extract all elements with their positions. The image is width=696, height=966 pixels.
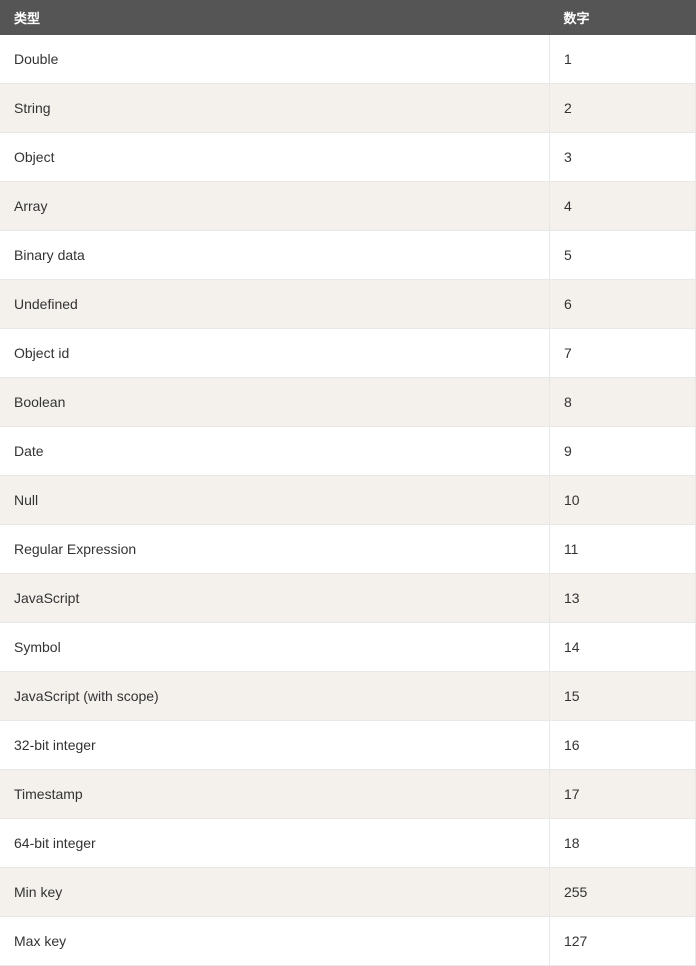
table-row: Object id7 — [0, 329, 696, 378]
cell-number: 14 — [549, 623, 695, 672]
cell-number: 5 — [549, 231, 695, 280]
header-number: 数字 — [549, 0, 695, 35]
table-row: Undefined6 — [0, 280, 696, 329]
cell-number: 7 — [549, 329, 695, 378]
table-row: Min key255 — [0, 868, 696, 917]
table-row: Regular Expression11 — [0, 525, 696, 574]
cell-type: Binary data — [0, 231, 549, 280]
table-row: Object3 — [0, 133, 696, 182]
header-type: 类型 — [0, 0, 549, 35]
cell-type: Min key — [0, 868, 549, 917]
cell-number: 1 — [549, 35, 695, 84]
cell-type: Array — [0, 182, 549, 231]
table-row: Array4 — [0, 182, 696, 231]
table-row: 32-bit integer16 — [0, 721, 696, 770]
cell-number: 16 — [549, 721, 695, 770]
cell-type: String — [0, 84, 549, 133]
table-row: Boolean8 — [0, 378, 696, 427]
cell-number: 3 — [549, 133, 695, 182]
cell-number: 255 — [549, 868, 695, 917]
cell-type: Null — [0, 476, 549, 525]
cell-type: Double — [0, 35, 549, 84]
cell-number: 2 — [549, 84, 695, 133]
cell-number: 9 — [549, 427, 695, 476]
cell-type: JavaScript (with scope) — [0, 672, 549, 721]
cell-type: Regular Expression — [0, 525, 549, 574]
cell-number: 15 — [549, 672, 695, 721]
cell-number: 4 — [549, 182, 695, 231]
table-row: JavaScript (with scope)15 — [0, 672, 696, 721]
cell-type: Symbol — [0, 623, 549, 672]
cell-number: 18 — [549, 819, 695, 868]
table-row: 64-bit integer18 — [0, 819, 696, 868]
table-row: Double1 — [0, 35, 696, 84]
cell-number: 10 — [549, 476, 695, 525]
cell-type: Object — [0, 133, 549, 182]
cell-number: 17 — [549, 770, 695, 819]
table-row: Timestamp17 — [0, 770, 696, 819]
cell-type: Undefined — [0, 280, 549, 329]
cell-type: 32-bit integer — [0, 721, 549, 770]
cell-number: 11 — [549, 525, 695, 574]
table-row: Symbol14 — [0, 623, 696, 672]
cell-type: Date — [0, 427, 549, 476]
table-row: Null10 — [0, 476, 696, 525]
cell-type: Object id — [0, 329, 549, 378]
cell-type: Boolean — [0, 378, 549, 427]
types-table: 类型 数字 Double1String2Object3Array4Binary … — [0, 0, 696, 966]
cell-number: 8 — [549, 378, 695, 427]
table-row: Max key127 — [0, 917, 696, 966]
table-row: String2 — [0, 84, 696, 133]
table-row: Binary data5 — [0, 231, 696, 280]
cell-type: Max key — [0, 917, 549, 966]
cell-number: 127 — [549, 917, 695, 966]
cell-number: 13 — [549, 574, 695, 623]
table-row: Date9 — [0, 427, 696, 476]
table-header-row: 类型 数字 — [0, 0, 696, 35]
cell-type: Timestamp — [0, 770, 549, 819]
cell-number: 6 — [549, 280, 695, 329]
table-row: JavaScript13 — [0, 574, 696, 623]
cell-type: JavaScript — [0, 574, 549, 623]
cell-type: 64-bit integer — [0, 819, 549, 868]
